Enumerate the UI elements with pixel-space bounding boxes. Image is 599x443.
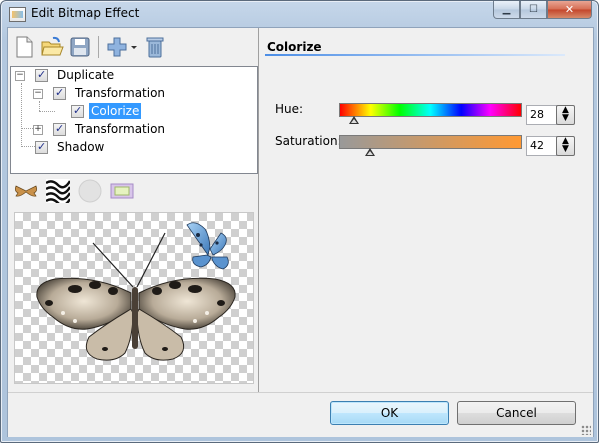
saturation-slider[interactable]	[339, 135, 522, 149]
delete-trash-icon[interactable]	[143, 35, 167, 59]
hue-slider-thumb[interactable]	[349, 116, 359, 124]
effect-preview	[14, 212, 254, 384]
toolbar	[12, 34, 171, 60]
toolbar-separator	[98, 36, 99, 58]
save-disk-icon[interactable]	[68, 35, 92, 59]
butterfly-thumb-icon[interactable]	[14, 179, 38, 203]
checkbox[interactable]	[71, 103, 84, 119]
tree-line	[39, 101, 40, 111]
small-butterfly	[186, 222, 229, 270]
large-butterfly	[36, 232, 236, 361]
section-title: Colorize	[267, 40, 322, 54]
collapse-icon[interactable]: −	[33, 89, 43, 99]
checkbox[interactable]	[35, 67, 48, 83]
title-bar[interactable]: Edit Bitmap Effect ▁ ☐ ✕	[1, 1, 598, 27]
open-folder-icon[interactable]	[40, 35, 64, 59]
close-icon[interactable]: ✕	[547, 1, 592, 19]
saturation-spinner-icon[interactable]: ▲ ▼	[556, 136, 575, 156]
tree-item-label: Transformation	[75, 86, 166, 100]
preset-thumbnails	[14, 178, 142, 207]
dialog-window: Edit Bitmap Effect ▁ ☐ ✕ − ✓ Duplicate −…	[0, 0, 599, 443]
collapse-icon[interactable]: −	[15, 71, 25, 81]
window-title: Edit Bitmap Effect	[31, 6, 140, 20]
hue-slider[interactable]	[339, 103, 522, 117]
window-controls: ▁ ☐ ✕	[493, 1, 592, 20]
hue-spinner-icon[interactable]: ▲ ▼	[556, 105, 575, 125]
checkbox[interactable]	[53, 121, 66, 137]
tree-line	[39, 111, 55, 112]
section-divider	[265, 54, 565, 56]
tree-item-label: Transformation	[75, 122, 166, 136]
tree-item-label: Colorize	[89, 103, 142, 119]
saturation-slider-thumb[interactable]	[365, 148, 375, 156]
tree-item-label: Duplicate	[57, 68, 115, 82]
settings-pane: Colorize Hue: 28 ▲ ▼ Saturation: 42 ▲ ▼	[259, 28, 593, 392]
app-icon	[9, 7, 26, 22]
maximize-icon[interactable]: ☐	[520, 1, 547, 19]
tree-item-label: Shadow	[57, 140, 105, 154]
add-plus-icon[interactable]	[105, 35, 139, 59]
frame-rectangle-icon[interactable]	[110, 179, 134, 203]
zebra-stripes-icon[interactable]	[45, 179, 72, 207]
cancel-button[interactable]: Cancel	[457, 401, 576, 425]
expand-icon[interactable]: +	[33, 125, 43, 135]
saturation-label: Saturation:	[275, 134, 342, 148]
effects-pane: − Duplicate − Transformation Colorize + …	[8, 28, 259, 392]
saturation-value-input[interactable]: 42	[526, 136, 557, 156]
preview-image	[36, 222, 236, 361]
tree-line	[21, 83, 22, 145]
hue-label: Hue:	[275, 102, 304, 116]
button-bar: OK Cancel	[8, 392, 593, 437]
tree-line	[21, 128, 33, 129]
checkbox[interactable]	[53, 85, 66, 101]
ok-button[interactable]: OK	[330, 401, 449, 425]
dialog-client: − Duplicate − Transformation Colorize + …	[7, 27, 594, 437]
minimize-icon[interactable]: ▁	[493, 1, 520, 19]
effects-tree[interactable]: − Duplicate − Transformation Colorize + …	[10, 66, 258, 174]
hue-value-input[interactable]: 28	[526, 105, 557, 125]
resize-grip[interactable]	[581, 425, 591, 435]
checkbox[interactable]	[35, 139, 48, 155]
circle-fade-icon[interactable]	[78, 179, 102, 203]
new-document-icon[interactable]	[12, 35, 36, 59]
